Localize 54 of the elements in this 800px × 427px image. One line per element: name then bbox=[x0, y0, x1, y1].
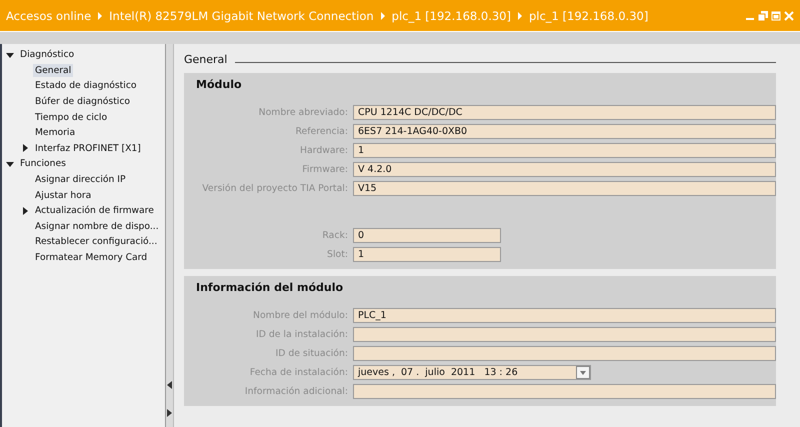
text-field[interactable]: 1 bbox=[353, 247, 501, 262]
field-label: ID de situación: bbox=[274, 348, 348, 359]
text-field[interactable]: 0 bbox=[353, 228, 501, 243]
close-icon[interactable] bbox=[784, 10, 794, 20]
expand-icon[interactable] bbox=[6, 160, 14, 168]
expand-icon[interactable] bbox=[21, 144, 29, 152]
chevron-icon bbox=[380, 12, 386, 20]
chevron-icon bbox=[516, 12, 523, 20]
chevron-icon bbox=[97, 12, 104, 20]
tree-item[interactable]: Búfer de diagnóstico bbox=[33, 95, 132, 108]
tree-item[interactable]: Diagnóstico bbox=[18, 48, 76, 62]
text-field[interactable]: V15 bbox=[353, 181, 776, 196]
tree-item[interactable]: Formatear Memory Card bbox=[33, 251, 150, 264]
dropdown-icon[interactable] bbox=[576, 366, 590, 379]
tree-item[interactable]: Actualización de firmware bbox=[33, 204, 156, 218]
field-label: Hardware: bbox=[298, 145, 348, 156]
field-label: Nombre abreviado: bbox=[258, 107, 348, 118]
section-title: Información del módulo bbox=[196, 281, 344, 294]
field-label: ID de la instalación: bbox=[254, 329, 348, 340]
field-label: Slot: bbox=[326, 249, 348, 260]
field-label: Información adicional: bbox=[244, 386, 348, 397]
text-field[interactable]: 1 bbox=[353, 143, 776, 158]
tree-item[interactable]: Ajustar hora bbox=[33, 188, 94, 202]
expand-icon[interactable] bbox=[21, 206, 29, 215]
date-picker[interactable]: jueves , 07 . julio 2011 13 : 26 bbox=[353, 365, 591, 380]
tree-item[interactable]: Restablecer configuració... bbox=[33, 235, 160, 248]
restore-icon[interactable] bbox=[758, 10, 768, 20]
text-field[interactable] bbox=[353, 327, 776, 342]
tree-item[interactable]: Interfaz PROFINET [X1] bbox=[33, 142, 143, 155]
tree-item[interactable]: Asignar nombre de dispo... bbox=[33, 220, 161, 233]
tree-item[interactable]: Funciones bbox=[18, 157, 68, 170]
text-field[interactable]: CPU 1214C DC/DC/DC bbox=[353, 105, 776, 120]
expand-right-icon[interactable] bbox=[167, 409, 172, 417]
text-field[interactable] bbox=[353, 384, 776, 399]
field-label: Versión del proyecto TIA Portal: bbox=[201, 183, 348, 194]
tree-item[interactable]: Tiempo de ciclo bbox=[33, 110, 110, 124]
tree-item[interactable]: Memoria bbox=[33, 126, 78, 140]
tree-item[interactable]: Estado de diagnóstico bbox=[33, 79, 139, 92]
section-title: Módulo bbox=[196, 78, 243, 91]
text-field[interactable]: 6ES7 214-1AG40-0XB0 bbox=[353, 124, 776, 139]
collapse-left-icon[interactable] bbox=[167, 381, 172, 389]
text-field[interactable]: V 4.2.0 bbox=[353, 162, 776, 177]
page-title: General bbox=[184, 53, 228, 66]
field-label: Firmware: bbox=[301, 164, 348, 175]
field-label: Rack: bbox=[321, 230, 348, 241]
tree-item[interactable]: General bbox=[33, 64, 74, 77]
field-label: Fecha de instalación: bbox=[248, 367, 348, 378]
field-label: Nombre del módulo: bbox=[252, 310, 348, 321]
text-field[interactable]: PLC_1 bbox=[353, 308, 776, 323]
text-field[interactable] bbox=[353, 346, 776, 361]
expand-icon[interactable] bbox=[6, 50, 14, 59]
maximize-icon[interactable] bbox=[771, 10, 781, 20]
field-label: Referencia: bbox=[294, 126, 348, 137]
tree-item[interactable]: Asignar dirección IP bbox=[33, 173, 128, 186]
